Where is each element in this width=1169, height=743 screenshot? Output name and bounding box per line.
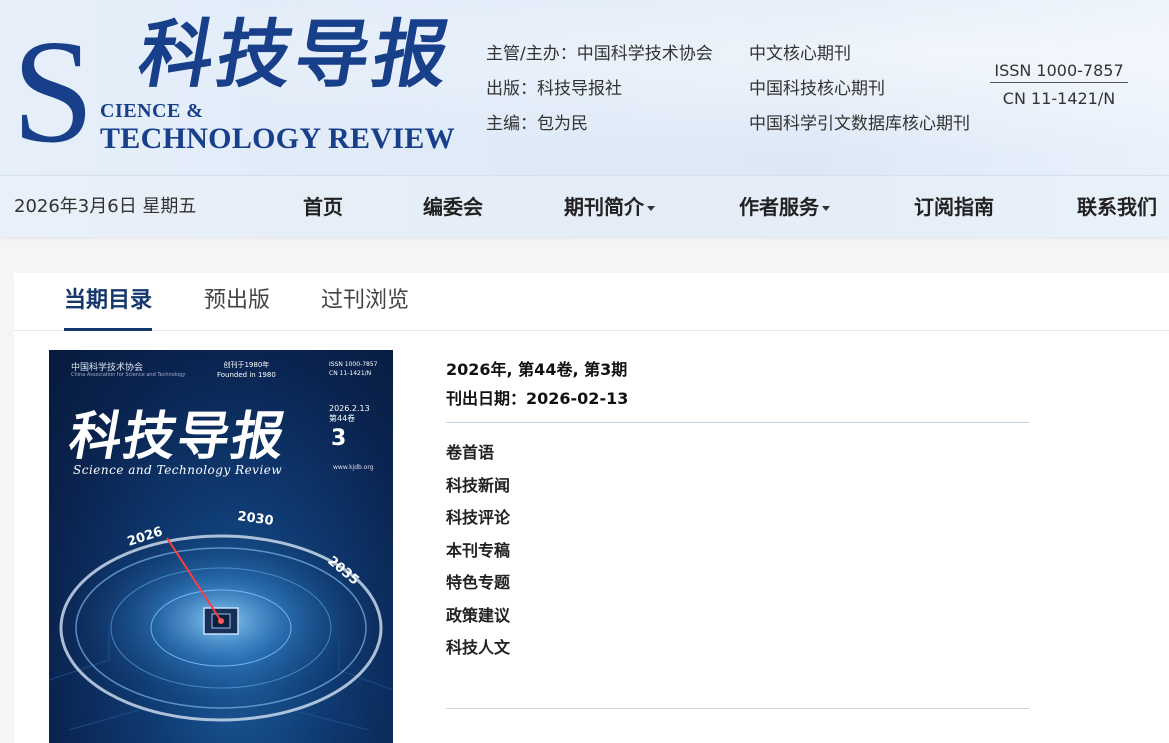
index-info: 中文核心期刊 中国科技核心期刊 中国科学引文数据库核心期刊 bbox=[749, 37, 970, 142]
section-link[interactable]: 科技评论 bbox=[446, 502, 510, 535]
cover-issn-number: ISSN 1000-7857 bbox=[329, 361, 378, 368]
chevron-down-icon bbox=[822, 206, 830, 211]
cover-dial-artwork: 2026 2030 2035 bbox=[49, 509, 393, 731]
issue-tabs: 当期目录 预出版 过刊浏览 bbox=[14, 273, 1169, 331]
nav-editorial-board[interactable]: 编委会 bbox=[423, 176, 483, 238]
issue-meta: 2026年, 第44卷, 第3期 刊出日期：2026-02-13 bbox=[446, 355, 628, 413]
issue-card: 当期目录 预出版 过刊浏览 中国科学技术协会 China Association… bbox=[14, 273, 1169, 743]
logo-english-line1: CIENCE & bbox=[100, 100, 204, 122]
tab-past-issues[interactable]: 过刊浏览 bbox=[321, 273, 409, 331]
publisher-info: 主管/主办：中国科学技术协会 出版：科技导报社 主编：包为民 bbox=[486, 37, 713, 142]
cover-founded-en: Founded in 1980 bbox=[217, 371, 276, 379]
section-list: 卷首语 科技新闻 科技评论 本刊专稿 特色专题 政策建议 科技人文 bbox=[446, 437, 510, 665]
main-nav: 2026年3月6日 星期五 首页 编委会 期刊简介 作者服务 订阅指南 联系我们 bbox=[0, 175, 1169, 237]
logo-s-letter: S bbox=[12, 10, 95, 174]
divider bbox=[446, 708, 1029, 709]
nav-editorial-board-label: 编委会 bbox=[423, 195, 483, 219]
nav-contact[interactable]: 联系我们 bbox=[1077, 176, 1157, 238]
journal-logo[interactable]: S 科技导报 CIENCE & TECHNOLOGY REVIEW bbox=[8, 10, 468, 166]
nav-journal-intro-label: 期刊简介 bbox=[564, 195, 644, 219]
nav-subscription-label: 订阅指南 bbox=[914, 195, 994, 219]
cover-date: 2026.2.13 第44卷 bbox=[329, 404, 370, 424]
cover-title: 科技导报 bbox=[64, 406, 292, 467]
section-link[interactable]: 科技新闻 bbox=[446, 470, 510, 503]
section-link[interactable]: 特色专题 bbox=[446, 567, 510, 600]
logo-english-line2: TECHNOLOGY REVIEW bbox=[100, 122, 455, 155]
info-core-journal: 中文核心期刊 bbox=[749, 44, 851, 64]
section-link[interactable]: 本刊专稿 bbox=[446, 535, 510, 568]
issn-number: ISSN 1000-7857 bbox=[990, 58, 1128, 83]
nav-home-label: 首页 bbox=[303, 195, 343, 219]
divider bbox=[446, 422, 1029, 423]
section-link[interactable]: 科技人文 bbox=[446, 632, 510, 665]
cover-publisher-en: China Association for Science and Techno… bbox=[71, 372, 186, 378]
cover-founded-cn: 创刊于1980年 bbox=[223, 361, 270, 369]
cover-image[interactable]: 中国科学技术协会 China Association for Science a… bbox=[49, 350, 393, 743]
nav-subscription[interactable]: 订阅指南 bbox=[914, 176, 994, 238]
cover-date-value: 2026.2.13 bbox=[329, 404, 370, 413]
nav-journal-intro[interactable]: 期刊简介 bbox=[564, 176, 655, 238]
info-cscd-core: 中国科学引文数据库核心期刊 bbox=[749, 114, 970, 134]
cover-issue-number: 3 bbox=[331, 426, 347, 451]
section-link[interactable]: 卷首语 bbox=[446, 437, 510, 470]
info-sponsor: 主管/主办：中国科学技术协会 bbox=[486, 44, 713, 64]
logo-chinese-title: 科技导报 bbox=[132, 12, 460, 98]
nav-author-services-label: 作者服务 bbox=[739, 195, 819, 219]
cover-volume: 第44卷 bbox=[329, 414, 356, 423]
cover-subtitle: Science and Technology Review bbox=[73, 463, 283, 477]
info-editor: 主编：包为民 bbox=[486, 114, 588, 134]
site-header: S 科技导报 CIENCE & TECHNOLOGY REVIEW 主管/主办：… bbox=[0, 0, 1169, 175]
section-link[interactable]: 政策建议 bbox=[446, 600, 510, 633]
current-date: 2026年3月6日 星期五 bbox=[14, 196, 197, 217]
nav-author-services[interactable]: 作者服务 bbox=[739, 176, 830, 238]
cover-founded: 创刊于1980年 Founded in 1980 bbox=[217, 360, 276, 380]
tab-current-issue[interactable]: 当期目录 bbox=[64, 273, 153, 331]
issue-volume-line: 2026年, 第44卷, 第3期 bbox=[446, 360, 628, 379]
tab-preprint[interactable]: 预出版 bbox=[204, 273, 270, 331]
info-publisher: 出版：科技导报社 bbox=[486, 79, 622, 99]
cover-url: www.kjdb.org bbox=[333, 464, 374, 471]
chevron-down-icon bbox=[647, 206, 655, 211]
cover-cn-number: CN 11-1421/N bbox=[329, 370, 372, 377]
issue-pub-date: 刊出日期：2026-02-13 bbox=[446, 389, 629, 408]
cover-issn: ISSN 1000-7857 CN 11-1421/N bbox=[329, 360, 378, 378]
nav-home[interactable]: 首页 bbox=[303, 176, 343, 238]
nav-contact-label: 联系我们 bbox=[1077, 195, 1157, 219]
dial-year-2030: 2030 bbox=[236, 509, 274, 529]
cn-number: CN 11-1421/N bbox=[1002, 89, 1116, 108]
info-sci-tech-core: 中国科技核心期刊 bbox=[749, 79, 885, 99]
issn-block: ISSN 1000-7857 CN 11-1421/N bbox=[990, 58, 1128, 111]
